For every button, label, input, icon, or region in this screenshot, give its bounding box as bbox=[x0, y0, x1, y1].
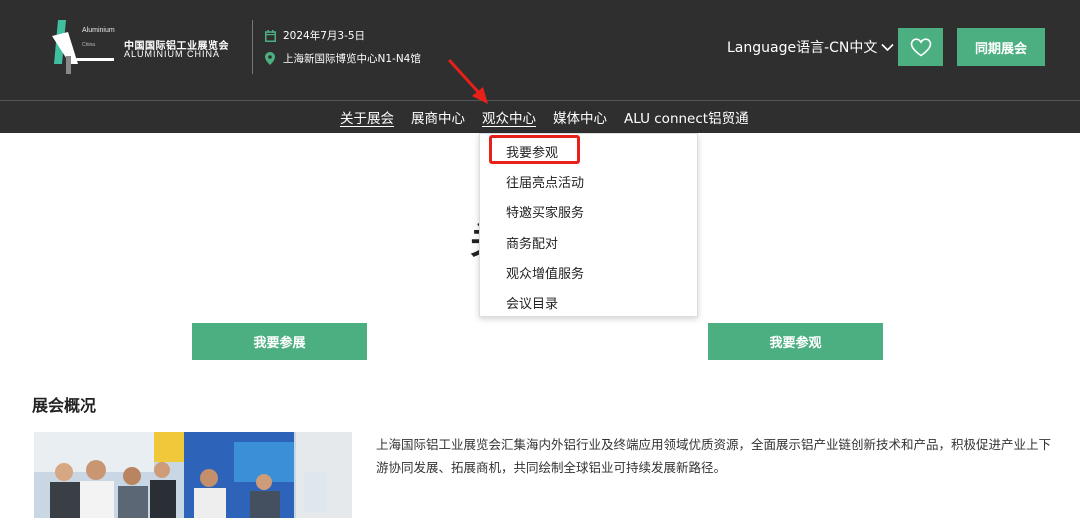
visit-button[interactable]: 我要参观 bbox=[708, 323, 883, 360]
nav-item-alu-connect[interactable]: ALU connect铝贸通 bbox=[624, 107, 749, 127]
main-nav: 关于展会 展商中心 观众中心 媒体中心 ALU connect铝贸通 bbox=[0, 100, 1080, 133]
event-date: 2024年7月3-5日 bbox=[264, 28, 365, 43]
dropdown-item-business-matching[interactable]: 商务配对 bbox=[506, 233, 558, 252]
logo-small-text-2: China bbox=[82, 42, 96, 48]
exhibit-button[interactable]: 我要参展 bbox=[192, 323, 367, 360]
visitor-center-dropdown: 我要参观 往届亮点活动 特邀买家服务 商务配对 观众增值服务 会议目录 bbox=[479, 133, 698, 317]
dropdown-item-visit[interactable]: 我要参观 bbox=[506, 142, 558, 161]
nav-items: 关于展会 展商中心 观众中心 媒体中心 ALU connect铝贸通 bbox=[340, 101, 766, 133]
event-date-text: 2024年7月3-5日 bbox=[283, 30, 366, 42]
nav-item-media-center[interactable]: 媒体中心 bbox=[553, 107, 607, 127]
dropdown-item-value-added[interactable]: 观众增值服务 bbox=[506, 263, 584, 282]
nav-item-visitor-center[interactable]: 观众中心 bbox=[482, 107, 536, 127]
dropdown-item-conference-catalog[interactable]: 会议目录 bbox=[506, 293, 558, 312]
chevron-down-icon bbox=[881, 43, 894, 51]
location-pin-icon bbox=[264, 52, 276, 66]
concurrent-events-button[interactable]: 同期展会 bbox=[957, 28, 1045, 66]
exhibition-photo bbox=[34, 432, 352, 518]
site-header: AL Aluminium China 中国国际铝工业展览会 ALUMINIUM … bbox=[0, 0, 1080, 100]
calendar-icon bbox=[264, 29, 276, 43]
overview-title: 展会概况 bbox=[32, 396, 97, 415]
annotation-arrow bbox=[448, 59, 488, 104]
language-label: Language语言-CN中文 bbox=[727, 40, 878, 56]
header-divider bbox=[252, 20, 253, 74]
logo-small-text: Aluminium bbox=[82, 27, 115, 34]
dropdown-item-vip-buyer[interactable]: 特邀买家服务 bbox=[506, 202, 584, 221]
favorite-button[interactable] bbox=[898, 28, 943, 66]
language-selector[interactable]: Language语言-CN中文 bbox=[727, 37, 894, 57]
event-venue-text: 上海新国际博览中心N1-N4馆 bbox=[283, 53, 421, 65]
nav-item-exhibitor-center[interactable]: 展商中心 bbox=[411, 107, 465, 127]
logo-name-en: ALUMINIUM CHINA bbox=[124, 49, 221, 59]
heart-icon bbox=[910, 37, 931, 56]
dropdown-item-past-highlights[interactable]: 往届亮点活动 bbox=[506, 172, 584, 191]
overview-description: 上海国际铝工业展览会汇集海内外铝行业及终端应用领域优质资源，全面展示铝产业链创新… bbox=[376, 437, 1052, 475]
event-venue: 上海新国际博览中心N1-N4馆 bbox=[264, 51, 421, 66]
site-logo[interactable]: AL Aluminium China 中国国际铝工业展览会 ALUMINIUM … bbox=[48, 18, 248, 78]
nav-item-about[interactable]: 关于展会 bbox=[340, 107, 394, 127]
